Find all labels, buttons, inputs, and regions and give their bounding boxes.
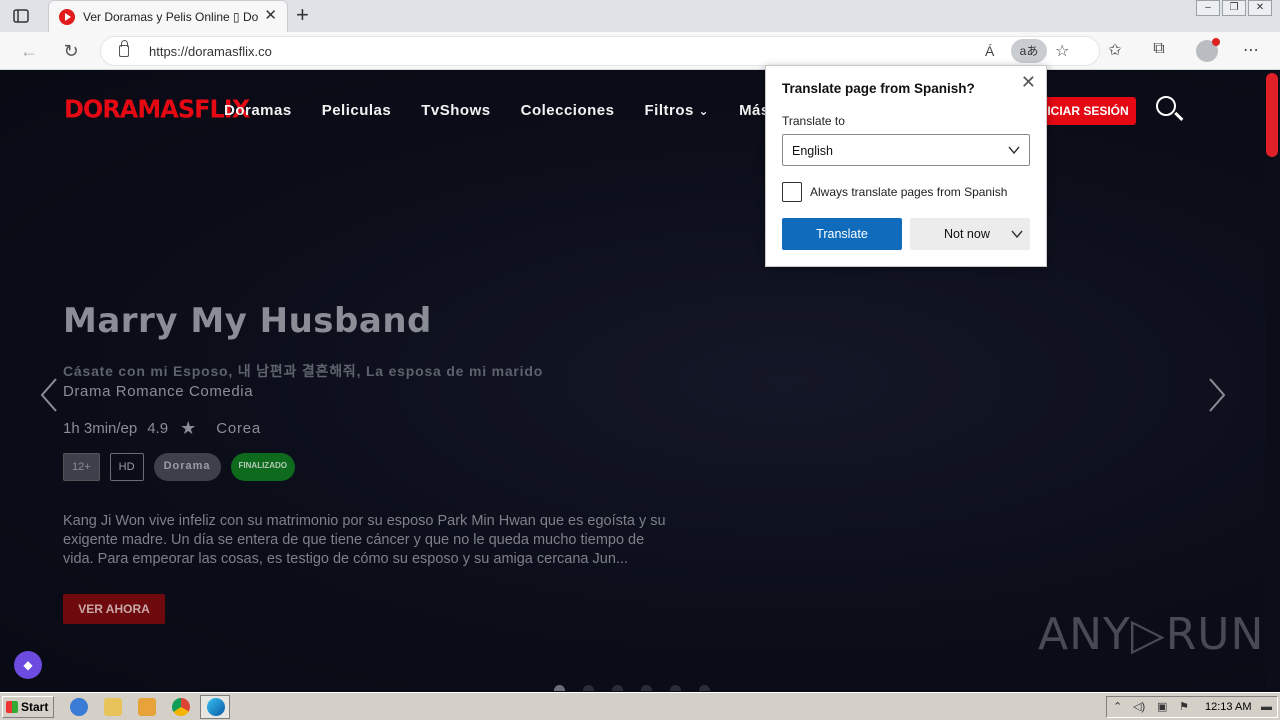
tab-close-icon[interactable]: ✕ (264, 8, 277, 24)
scrollbar-thumb[interactable] (1266, 73, 1278, 157)
flag-icon[interactable]: ⚑ (1179, 701, 1191, 713)
nav-filtros-label: Filtros (644, 102, 694, 119)
lock-icon[interactable] (119, 40, 129, 57)
browser-tab[interactable]: Ver Doramas y Pelis Online ▯ Doramas ✕ (48, 0, 288, 32)
hero-genres: Drama Romance Comedia (63, 383, 254, 400)
type-badge: Dorama (153, 453, 221, 481)
selected-language: English (792, 144, 833, 158)
nav-item-colecciones[interactable]: Colecciones (521, 102, 615, 119)
chevron-down-icon: ⌄ (698, 104, 710, 118)
slide-indicators (554, 685, 710, 691)
tab-title: Ver Doramas y Pelis Online ▯ Doramas (83, 10, 259, 24)
new-tab-icon[interactable]: + (296, 4, 309, 26)
tab-actions-icon[interactable] (12, 7, 30, 25)
slide-dot[interactable] (641, 685, 652, 691)
translate-popup-title: Translate page from Spanish? (782, 81, 975, 96)
hero-title: Marry My Husband (63, 301, 432, 341)
taskbar: Start ⌃ ◁) ▣ ⚑ 12:13 AM ▬ (0, 692, 1280, 720)
add-favorite-icon[interactable]: ☆ (1055, 41, 1069, 61)
always-translate-checkbox[interactable] (782, 182, 802, 202)
nav-item-filtros[interactable]: Filtros ⌄ (644, 102, 709, 119)
status-badge: FINALIZADO (230, 453, 295, 481)
next-slide-icon[interactable] (1208, 377, 1226, 413)
nav-item-peliculas[interactable]: Peliculas (322, 102, 392, 119)
clock: 12:13 AM (1205, 701, 1252, 713)
internet-explorer-icon[interactable] (70, 698, 88, 716)
close-icon[interactable]: ✕ (1021, 73, 1036, 91)
web-page: DORAMASFLIX Doramas Peliculas TvShows Co… (0, 71, 1266, 691)
file-explorer-icon[interactable] (104, 698, 122, 716)
more-menu-icon[interactable]: ⋯ (1240, 40, 1262, 60)
slide-dot[interactable] (583, 685, 594, 691)
collections-icon[interactable]: ⧉ (1148, 40, 1170, 58)
floating-action-icon[interactable]: ◆ (14, 651, 42, 679)
site-logo[interactable]: DORAMASFLIX (64, 94, 250, 123)
refresh-icon[interactable]: ↻ (60, 40, 82, 62)
page-scrollbar[interactable] (1266, 71, 1280, 691)
chevron-down-icon (1008, 146, 1020, 155)
watch-now-button[interactable]: VER AHORA (63, 594, 165, 624)
translate-icon[interactable]: aあ (1011, 39, 1047, 63)
anyrun-watermark: ANY▷RUN (1038, 609, 1265, 660)
top-navigation: Doramas Peliculas TvShows Colecciones Fi… (224, 102, 770, 119)
favorites-icon[interactable]: ✩ (1104, 40, 1126, 60)
country: Corea (216, 420, 262, 437)
browser-tab-bar: Ver Doramas y Pelis Online ▯ Doramas ✕ +… (0, 0, 1280, 32)
address-toolbar: ← ↻ https://doramasflix.co Á aあ ☆ ✩ ⧉ ⋯ (0, 32, 1280, 70)
restore-icon[interactable]: ❐ (1222, 0, 1246, 16)
close-window-icon[interactable]: ✕ (1248, 0, 1272, 16)
age-rating-badge: 12+ (63, 453, 100, 481)
always-translate-label[interactable]: Always translate pages from Spanish (810, 185, 1007, 199)
minimize-icon[interactable]: – (1196, 0, 1220, 16)
hero-badges: 12+ HD Dorama FINALIZADO (63, 453, 295, 481)
edge-icon (207, 698, 225, 716)
network-icon[interactable]: ▣ (1157, 701, 1169, 713)
youtube-favicon-icon (59, 9, 75, 25)
read-aloud-icon[interactable]: Á (985, 43, 994, 59)
nav-item-doramas[interactable]: Doramas (224, 102, 292, 119)
start-button[interactable]: Start (2, 696, 54, 718)
translate-to-label: Translate to (782, 114, 845, 128)
slide-dot[interactable] (699, 685, 710, 691)
volume-icon[interactable]: ◁) (1133, 701, 1145, 713)
not-now-button[interactable]: Not now (910, 218, 1030, 250)
slide-dot[interactable] (554, 685, 565, 691)
system-tray: ⌃ ◁) ▣ ⚑ 12:13 AM ▬ (1106, 696, 1278, 718)
translate-button[interactable]: Translate (782, 218, 902, 250)
quality-badge: HD (109, 453, 144, 481)
star-icon: ★ (180, 418, 197, 438)
nav-item-tvshows[interactable]: TvShows (421, 102, 490, 119)
url-field[interactable]: https://doramasflix.co Á aあ ☆ (100, 36, 1100, 66)
show-desktop-icon[interactable]: ▬ (1261, 701, 1273, 713)
media-player-icon[interactable] (138, 698, 156, 716)
hero-alt-titles: Cásate con mi Esposo, 내 남편과 결혼해줘, La esp… (63, 363, 544, 379)
back-arrow-icon[interactable]: ← (18, 40, 40, 62)
duration: 1h 3min/ep (63, 420, 138, 437)
tray-expand-icon[interactable]: ⌃ (1113, 701, 1125, 713)
translate-popup: Translate page from Spanish? ✕ Translate… (765, 65, 1047, 267)
language-select[interactable]: English (782, 134, 1030, 166)
chrome-icon[interactable] (172, 698, 190, 716)
not-now-label: Not now (944, 227, 990, 241)
hero-meta: 1h 3min/ep 4.9 ★ Corea (63, 418, 261, 439)
edge-taskbar-button[interactable] (200, 695, 230, 719)
profile-avatar[interactable] (1196, 38, 1220, 62)
slide-dot[interactable] (612, 685, 623, 691)
search-icon[interactable] (1156, 96, 1176, 116)
slide-dot[interactable] (670, 685, 681, 691)
window-controls: – ❐ ✕ (1196, 0, 1272, 16)
rating: 4.9 (147, 420, 169, 437)
hero-synopsis: Kang Ji Won vive infeliz con su matrimon… (63, 513, 666, 567)
chevron-down-icon[interactable] (1010, 227, 1024, 241)
prev-slide-icon[interactable] (40, 377, 58, 413)
url-text[interactable]: https://doramasflix.co (149, 44, 272, 59)
